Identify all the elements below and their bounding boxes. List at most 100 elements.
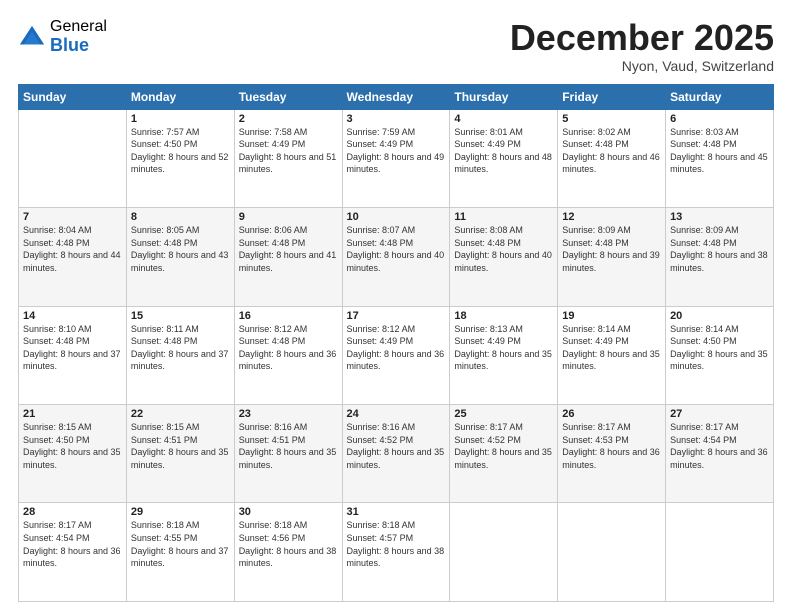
col-friday: Friday [558,84,666,109]
table-row: 17 Sunrise: 8:12 AMSunset: 4:49 PMDaylig… [342,306,450,404]
table-row: 29 Sunrise: 8:18 AMSunset: 4:55 PMDaylig… [126,503,234,602]
col-wednesday: Wednesday [342,84,450,109]
day-number: 10 [347,211,446,223]
day-number: 23 [239,408,338,420]
cell-text: Sunrise: 8:12 AMSunset: 4:48 PMDaylight:… [239,323,338,373]
cell-text: Sunrise: 8:16 AMSunset: 4:51 PMDaylight:… [239,421,338,471]
month-title: December 2025 [510,18,774,58]
col-monday: Monday [126,84,234,109]
cell-text: Sunrise: 8:13 AMSunset: 4:49 PMDaylight:… [454,323,553,373]
calendar-week-1: 7 Sunrise: 8:04 AMSunset: 4:48 PMDayligh… [19,208,774,306]
table-row: 30 Sunrise: 8:18 AMSunset: 4:56 PMDaylig… [234,503,342,602]
day-number: 29 [131,506,230,518]
cell-text: Sunrise: 8:18 AMSunset: 4:56 PMDaylight:… [239,519,338,569]
day-number: 12 [562,211,661,223]
calendar-week-0: 1 Sunrise: 7:57 AMSunset: 4:50 PMDayligh… [19,109,774,207]
cell-text: Sunrise: 8:04 AMSunset: 4:48 PMDaylight:… [23,224,122,274]
day-number: 30 [239,506,338,518]
cell-text: Sunrise: 8:10 AMSunset: 4:48 PMDaylight:… [23,323,122,373]
logo: General Blue [18,18,107,55]
table-row: 12 Sunrise: 8:09 AMSunset: 4:48 PMDaylig… [558,208,666,306]
calendar-week-2: 14 Sunrise: 8:10 AMSunset: 4:48 PMDaylig… [19,306,774,404]
table-row: 6 Sunrise: 8:03 AMSunset: 4:48 PMDayligh… [666,109,774,207]
day-number: 15 [131,310,230,322]
col-tuesday: Tuesday [234,84,342,109]
day-number: 31 [347,506,446,518]
cell-text: Sunrise: 7:57 AMSunset: 4:50 PMDaylight:… [131,126,230,176]
logo-blue: Blue [50,36,107,56]
table-row: 10 Sunrise: 8:07 AMSunset: 4:48 PMDaylig… [342,208,450,306]
cell-text: Sunrise: 8:01 AMSunset: 4:49 PMDaylight:… [454,126,553,176]
calendar-week-3: 21 Sunrise: 8:15 AMSunset: 4:50 PMDaylig… [19,405,774,503]
day-number: 7 [23,211,122,223]
cell-text: Sunrise: 8:05 AMSunset: 4:48 PMDaylight:… [131,224,230,274]
day-number: 1 [131,113,230,125]
col-thursday: Thursday [450,84,558,109]
cell-text: Sunrise: 8:17 AMSunset: 4:54 PMDaylight:… [670,421,769,471]
day-number: 19 [562,310,661,322]
cell-text: Sunrise: 8:09 AMSunset: 4:48 PMDaylight:… [670,224,769,274]
table-row: 18 Sunrise: 8:13 AMSunset: 4:49 PMDaylig… [450,306,558,404]
day-number: 11 [454,211,553,223]
table-row [666,503,774,602]
table-row: 2 Sunrise: 7:58 AMSunset: 4:49 PMDayligh… [234,109,342,207]
day-number: 17 [347,310,446,322]
table-row [19,109,127,207]
day-number: 20 [670,310,769,322]
day-number: 16 [239,310,338,322]
table-row: 24 Sunrise: 8:16 AMSunset: 4:52 PMDaylig… [342,405,450,503]
day-number: 2 [239,113,338,125]
table-row: 25 Sunrise: 8:17 AMSunset: 4:52 PMDaylig… [450,405,558,503]
calendar-week-4: 28 Sunrise: 8:17 AMSunset: 4:54 PMDaylig… [19,503,774,602]
table-row: 8 Sunrise: 8:05 AMSunset: 4:48 PMDayligh… [126,208,234,306]
table-row: 22 Sunrise: 8:15 AMSunset: 4:51 PMDaylig… [126,405,234,503]
table-row: 26 Sunrise: 8:17 AMSunset: 4:53 PMDaylig… [558,405,666,503]
day-number: 6 [670,113,769,125]
cell-text: Sunrise: 8:18 AMSunset: 4:57 PMDaylight:… [347,519,446,569]
cell-text: Sunrise: 8:17 AMSunset: 4:52 PMDaylight:… [454,421,553,471]
cell-text: Sunrise: 7:59 AMSunset: 4:49 PMDaylight:… [347,126,446,176]
calendar-header-row: Sunday Monday Tuesday Wednesday Thursday… [19,84,774,109]
table-row: 9 Sunrise: 8:06 AMSunset: 4:48 PMDayligh… [234,208,342,306]
col-sunday: Sunday [19,84,127,109]
cell-text: Sunrise: 8:14 AMSunset: 4:49 PMDaylight:… [562,323,661,373]
table-row: 13 Sunrise: 8:09 AMSunset: 4:48 PMDaylig… [666,208,774,306]
logo-text: General Blue [50,18,107,55]
cell-text: Sunrise: 8:07 AMSunset: 4:48 PMDaylight:… [347,224,446,274]
day-number: 27 [670,408,769,420]
day-number: 5 [562,113,661,125]
day-number: 14 [23,310,122,322]
day-number: 9 [239,211,338,223]
title-area: December 2025 Nyon, Vaud, Switzerland [510,18,774,74]
header: General Blue December 2025 Nyon, Vaud, S… [18,18,774,74]
cell-text: Sunrise: 8:15 AMSunset: 4:51 PMDaylight:… [131,421,230,471]
day-number: 26 [562,408,661,420]
day-number: 25 [454,408,553,420]
day-number: 28 [23,506,122,518]
day-number: 18 [454,310,553,322]
day-number: 13 [670,211,769,223]
logo-icon [18,24,46,52]
table-row: 27 Sunrise: 8:17 AMSunset: 4:54 PMDaylig… [666,405,774,503]
table-row: 28 Sunrise: 8:17 AMSunset: 4:54 PMDaylig… [19,503,127,602]
table-row: 21 Sunrise: 8:15 AMSunset: 4:50 PMDaylig… [19,405,127,503]
table-row: 3 Sunrise: 7:59 AMSunset: 4:49 PMDayligh… [342,109,450,207]
day-number: 3 [347,113,446,125]
table-row: 20 Sunrise: 8:14 AMSunset: 4:50 PMDaylig… [666,306,774,404]
logo-general: General [50,18,107,36]
cell-text: Sunrise: 8:17 AMSunset: 4:53 PMDaylight:… [562,421,661,471]
table-row: 1 Sunrise: 7:57 AMSunset: 4:50 PMDayligh… [126,109,234,207]
day-number: 21 [23,408,122,420]
cell-text: Sunrise: 8:02 AMSunset: 4:48 PMDaylight:… [562,126,661,176]
cell-text: Sunrise: 8:12 AMSunset: 4:49 PMDaylight:… [347,323,446,373]
table-row: 7 Sunrise: 8:04 AMSunset: 4:48 PMDayligh… [19,208,127,306]
cell-text: Sunrise: 8:06 AMSunset: 4:48 PMDaylight:… [239,224,338,274]
table-row: 11 Sunrise: 8:08 AMSunset: 4:48 PMDaylig… [450,208,558,306]
cell-text: Sunrise: 8:14 AMSunset: 4:50 PMDaylight:… [670,323,769,373]
cell-text: Sunrise: 8:11 AMSunset: 4:48 PMDaylight:… [131,323,230,373]
calendar-table: Sunday Monday Tuesday Wednesday Thursday… [18,84,774,602]
table-row: 16 Sunrise: 8:12 AMSunset: 4:48 PMDaylig… [234,306,342,404]
cell-text: Sunrise: 8:16 AMSunset: 4:52 PMDaylight:… [347,421,446,471]
cell-text: Sunrise: 8:15 AMSunset: 4:50 PMDaylight:… [23,421,122,471]
table-row: 31 Sunrise: 8:18 AMSunset: 4:57 PMDaylig… [342,503,450,602]
